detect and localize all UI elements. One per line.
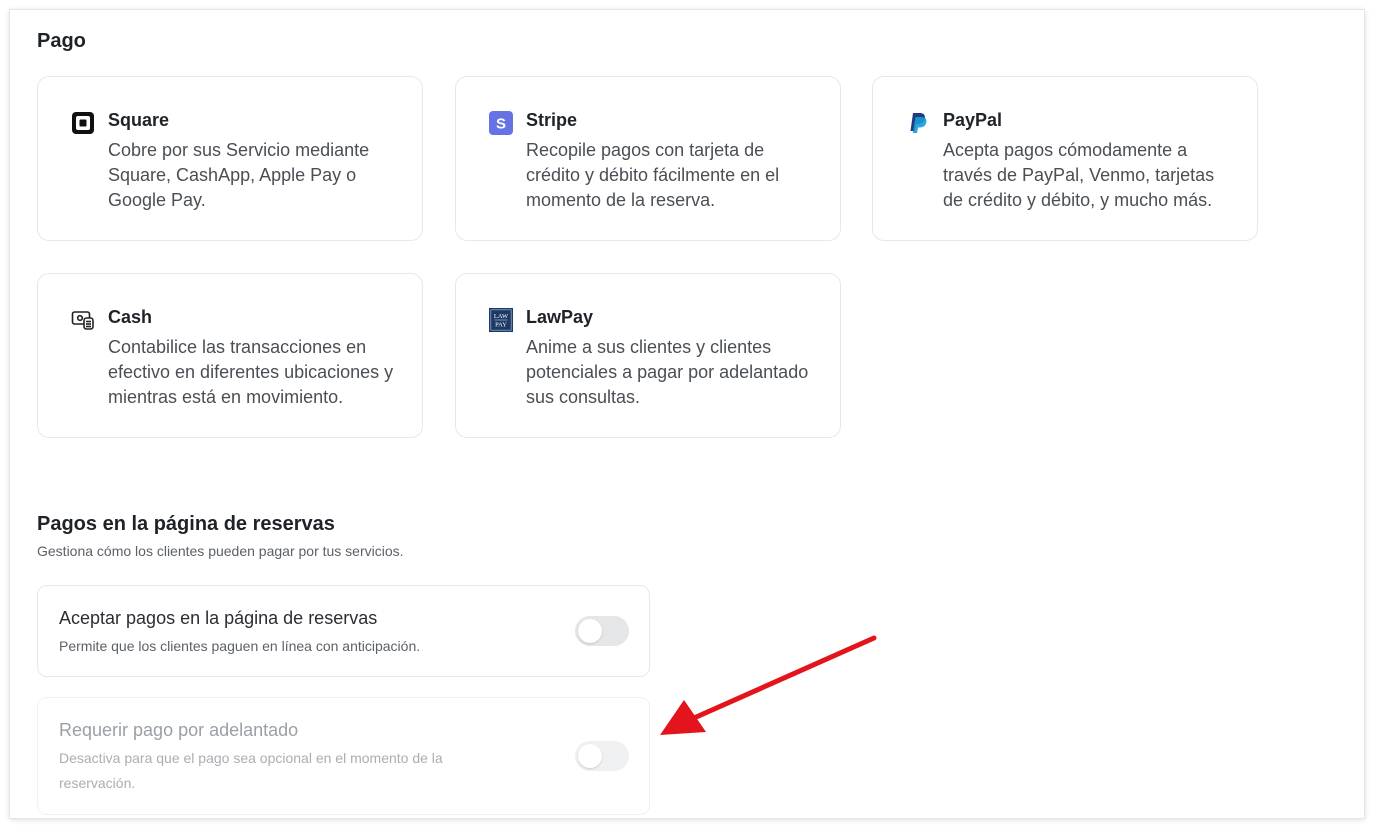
setting-label: Aceptar pagos en la página de reservas: [59, 608, 378, 628]
setting-help: Permite que los clientes paguen en línea…: [59, 638, 421, 654]
booking-payments-description: Gestiona cómo los clientes pueden pagar …: [37, 543, 404, 559]
svg-text:LAW: LAW: [494, 313, 509, 320]
provider-description: Anime a sus clientes y clientes potencia…: [526, 337, 809, 407]
require-prepayment-toggle[interactable]: [575, 741, 629, 771]
payment-settings-panel: Pago Square Cobre por sus Servicio media…: [10, 10, 1364, 818]
require-prepayment-setting: Requerir pago por adelantado Desactiva p…: [37, 697, 650, 815]
accept-payments-toggle[interactable]: [575, 616, 629, 646]
provider-description: Contabilice las transacciones en efectiv…: [108, 337, 394, 407]
provider-description: Acepta pagos cómodamente a través de Pay…: [943, 140, 1215, 210]
provider-card-lawpay[interactable]: LAW PAY LawPay Anime a sus clientes y cl…: [455, 273, 841, 438]
stripe-icon-letter: S: [496, 116, 506, 133]
provider-name: Square: [108, 110, 170, 130]
provider-card-cash[interactable]: Cash Contabilice las transacciones en ef…: [37, 273, 423, 438]
square-icon: [71, 111, 95, 135]
provider-name: Cash: [108, 307, 153, 327]
provider-card-paypal[interactable]: PayPal Acepta pagos cómodamente a través…: [872, 76, 1258, 241]
provider-name: LawPay: [526, 307, 594, 327]
provider-description: Cobre por sus Servicio mediante Square, …: [108, 140, 370, 210]
provider-card-square[interactable]: Square Cobre por sus Servicio mediante S…: [37, 76, 423, 241]
provider-description: Recopile pagos con tarjeta de crédito y …: [526, 140, 780, 210]
toggle-knob: [578, 619, 602, 643]
stripe-icon: S: [489, 111, 513, 135]
svg-text:PAY: PAY: [495, 321, 507, 328]
paypal-icon: [906, 111, 930, 135]
cash-icon: [71, 308, 95, 332]
setting-help: Desactiva para que el pago sea opcional …: [59, 750, 443, 791]
accept-payments-setting: Aceptar pagos en la página de reservas P…: [37, 585, 650, 677]
provider-name: Stripe: [526, 110, 578, 130]
toggle-knob: [578, 744, 602, 768]
setting-label: Requerir pago por adelantado: [59, 720, 299, 740]
lawpay-icon: LAW PAY: [489, 308, 513, 332]
provider-name: PayPal: [943, 110, 1003, 130]
annotation-arrow: [650, 632, 890, 747]
booking-payments-title: Pagos en la página de reservas: [37, 513, 335, 535]
payment-section-title: Pago: [37, 30, 86, 52]
provider-card-stripe[interactable]: S Stripe Recopile pagos con tarjeta de c…: [455, 76, 841, 241]
